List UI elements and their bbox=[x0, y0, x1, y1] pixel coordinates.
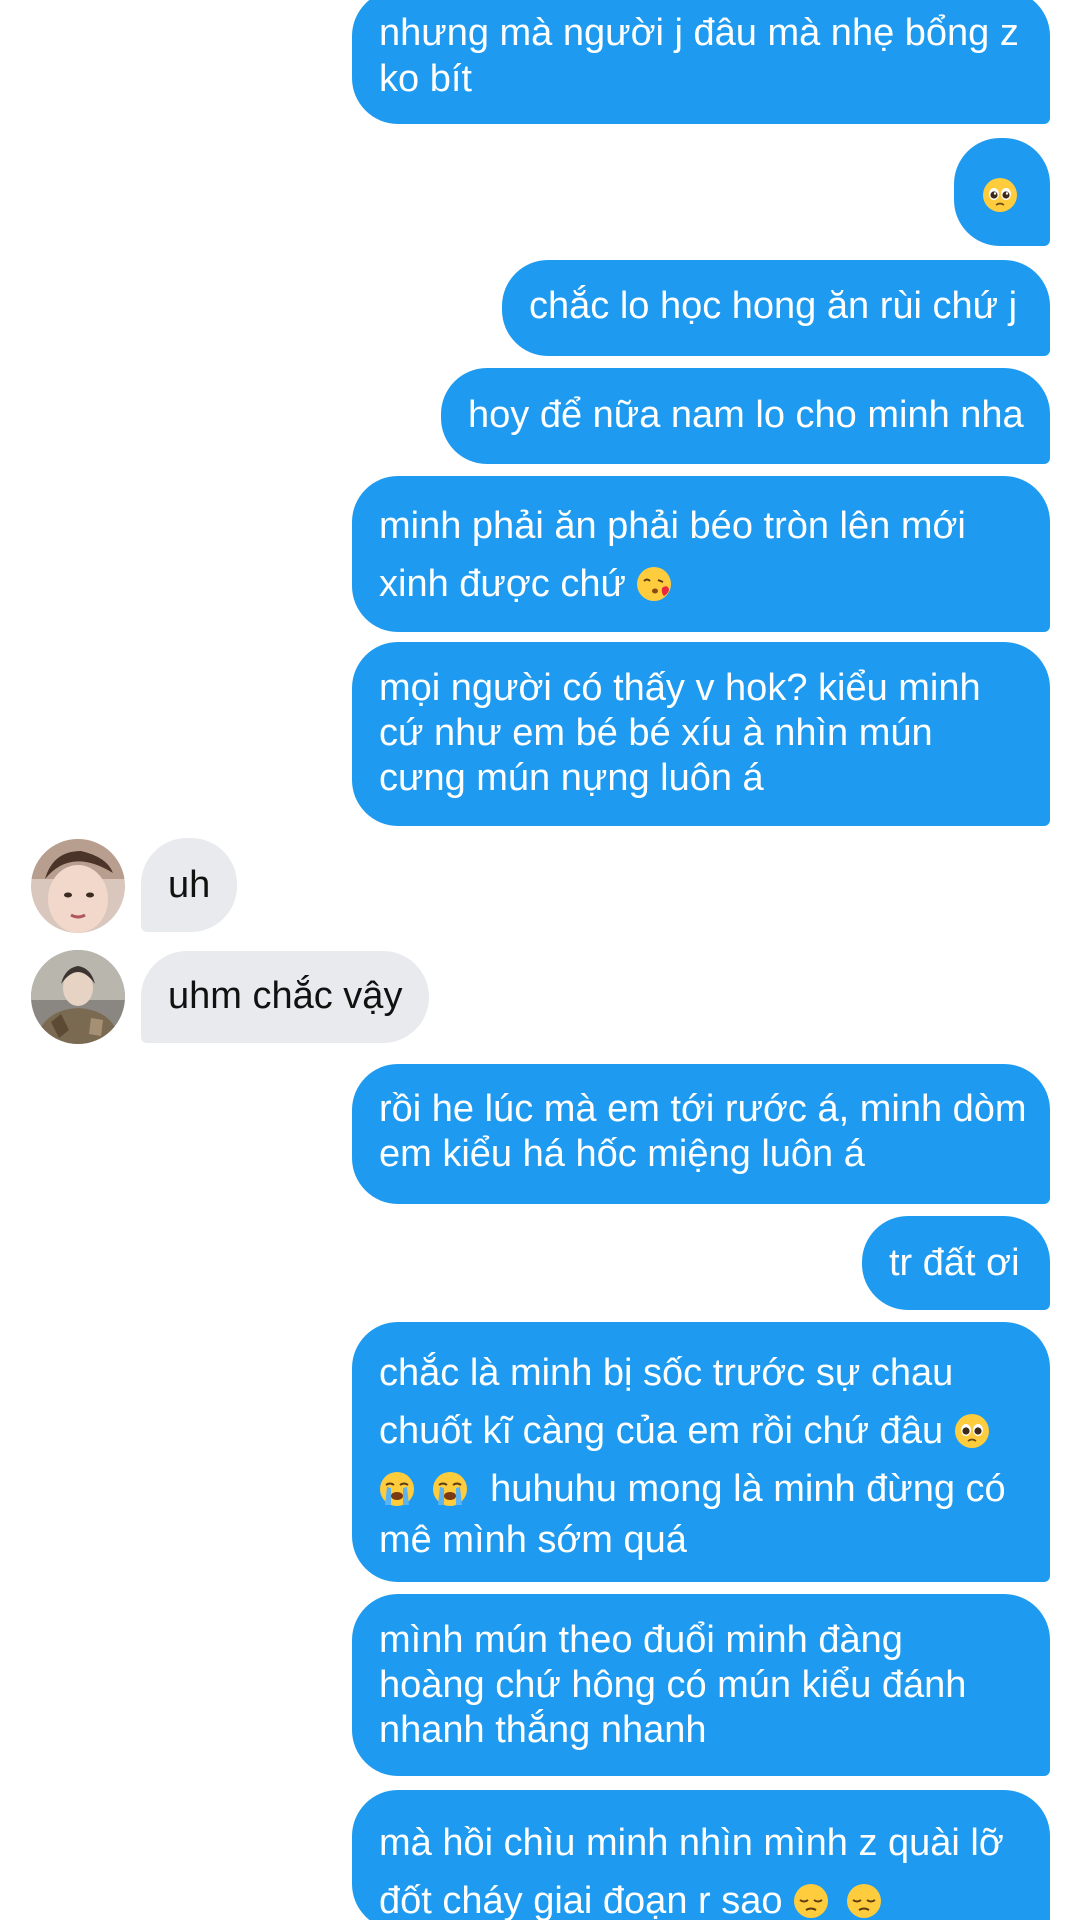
message-bubble-received[interactable]: uh bbox=[141, 838, 238, 932]
message-line: xinh được chứ bbox=[379, 555, 1023, 613]
message-line: chuốt kĩ càng của em rồi chứ đâu bbox=[379, 1402, 1023, 1460]
message-bubble-sent[interactable]: mình mún theo đuổi minh đàng hoàng chứ h… bbox=[352, 1594, 1050, 1776]
message-text: mê mình sớm quá bbox=[379, 1519, 687, 1561]
pensive-face-icon bbox=[846, 1883, 882, 1919]
message-bubble-sent[interactable]: mà hồi chìu minh nhìn mình z quài lỡ đốt… bbox=[352, 1790, 1050, 1920]
message-text: chắc là minh bị sốc trước sự chau bbox=[379, 1352, 954, 1394]
contact-avatar[interactable] bbox=[31, 839, 125, 933]
message-text: uh bbox=[168, 864, 211, 906]
pleading-face-icon bbox=[954, 1413, 990, 1449]
message-text: mà hồi chìu minh nhìn mình z quài lỡ bbox=[379, 1822, 1004, 1864]
loudly-crying-face-icon bbox=[432, 1471, 468, 1507]
message-text: hoàng chứ hông có mún kiểu đánh bbox=[379, 1664, 967, 1706]
message-text: nhưng mà người j đâu mà nhẹ bổng z bbox=[379, 12, 1019, 54]
message-bubble-sent[interactable]: mọi người có thấy v hok? kiểu minh cứ nh… bbox=[352, 642, 1050, 826]
message-text: tr đất ơi bbox=[889, 1242, 1020, 1284]
message-text: xinh được chứ bbox=[379, 563, 626, 605]
message-line: đốt cháy giai đoạn r sao bbox=[379, 1872, 1023, 1920]
face-blowing-kiss-icon bbox=[636, 566, 672, 602]
avatar-photo-icon bbox=[31, 839, 125, 933]
message-text: nhanh thắng nhanh bbox=[379, 1709, 707, 1751]
message-text: em kiểu há hốc miệng luôn á bbox=[379, 1133, 865, 1175]
message-text: ko bít bbox=[379, 58, 472, 100]
message-text: mình mún theo đuổi minh đàng bbox=[379, 1619, 903, 1661]
message-text: chắc lo học hong ăn rùi chứ j bbox=[529, 285, 1018, 327]
message-text: đốt cháy giai đoạn r sao bbox=[379, 1880, 783, 1920]
contact-avatar[interactable] bbox=[31, 950, 125, 1044]
message-text: mọi người có thấy v hok? kiểu minh bbox=[379, 667, 981, 709]
message-text: cứ như em bé bé xíu à nhìn mún bbox=[379, 712, 933, 754]
message-bubble-received[interactable]: uhm chắc vậy bbox=[141, 951, 430, 1043]
message-bubble-sent[interactable] bbox=[954, 138, 1050, 246]
message-text: huhuhu mong là minh đừng có bbox=[490, 1468, 1006, 1510]
avatar-photo-icon bbox=[31, 950, 125, 1044]
message-text: minh phải ăn phải béo tròn lên mới bbox=[379, 505, 966, 547]
loudly-crying-face-icon bbox=[379, 1471, 415, 1507]
message-bubble-sent[interactable]: chắc lo học hong ăn rùi chứ j bbox=[502, 260, 1050, 356]
message-bubble-sent[interactable]: minh phải ăn phải béo tròn lên mới xinh … bbox=[352, 476, 1050, 632]
message-bubble-sent[interactable]: nhưng mà người j đâu mà nhẹ bổng z ko bí… bbox=[352, 0, 1050, 124]
message-bubble-sent[interactable]: rồi he lúc mà em tới rước á, minh dòm em… bbox=[352, 1064, 1050, 1204]
message-text: chuốt kĩ càng của em rồi chứ đâu bbox=[379, 1410, 944, 1452]
message-text: rồi he lúc mà em tới rước á, minh dòm bbox=[379, 1088, 1027, 1130]
pensive-face-icon bbox=[793, 1883, 829, 1919]
message-bubble-sent[interactable]: chắc là minh bị sốc trước sự chau chuốt … bbox=[352, 1322, 1050, 1582]
message-text: uhm chắc vậy bbox=[168, 975, 403, 1017]
message-bubble-sent[interactable]: hoy để nữa nam lo cho minh nha bbox=[441, 368, 1050, 464]
message-bubble-sent[interactable]: tr đất ơi bbox=[862, 1216, 1050, 1310]
message-line: huhuhu mong là minh đừng có bbox=[379, 1460, 1023, 1518]
pleading-face-icon bbox=[982, 177, 1018, 213]
message-text: hoy để nữa nam lo cho minh nha bbox=[468, 394, 1024, 436]
message-text: cưng mún nựng luôn á bbox=[379, 757, 764, 799]
